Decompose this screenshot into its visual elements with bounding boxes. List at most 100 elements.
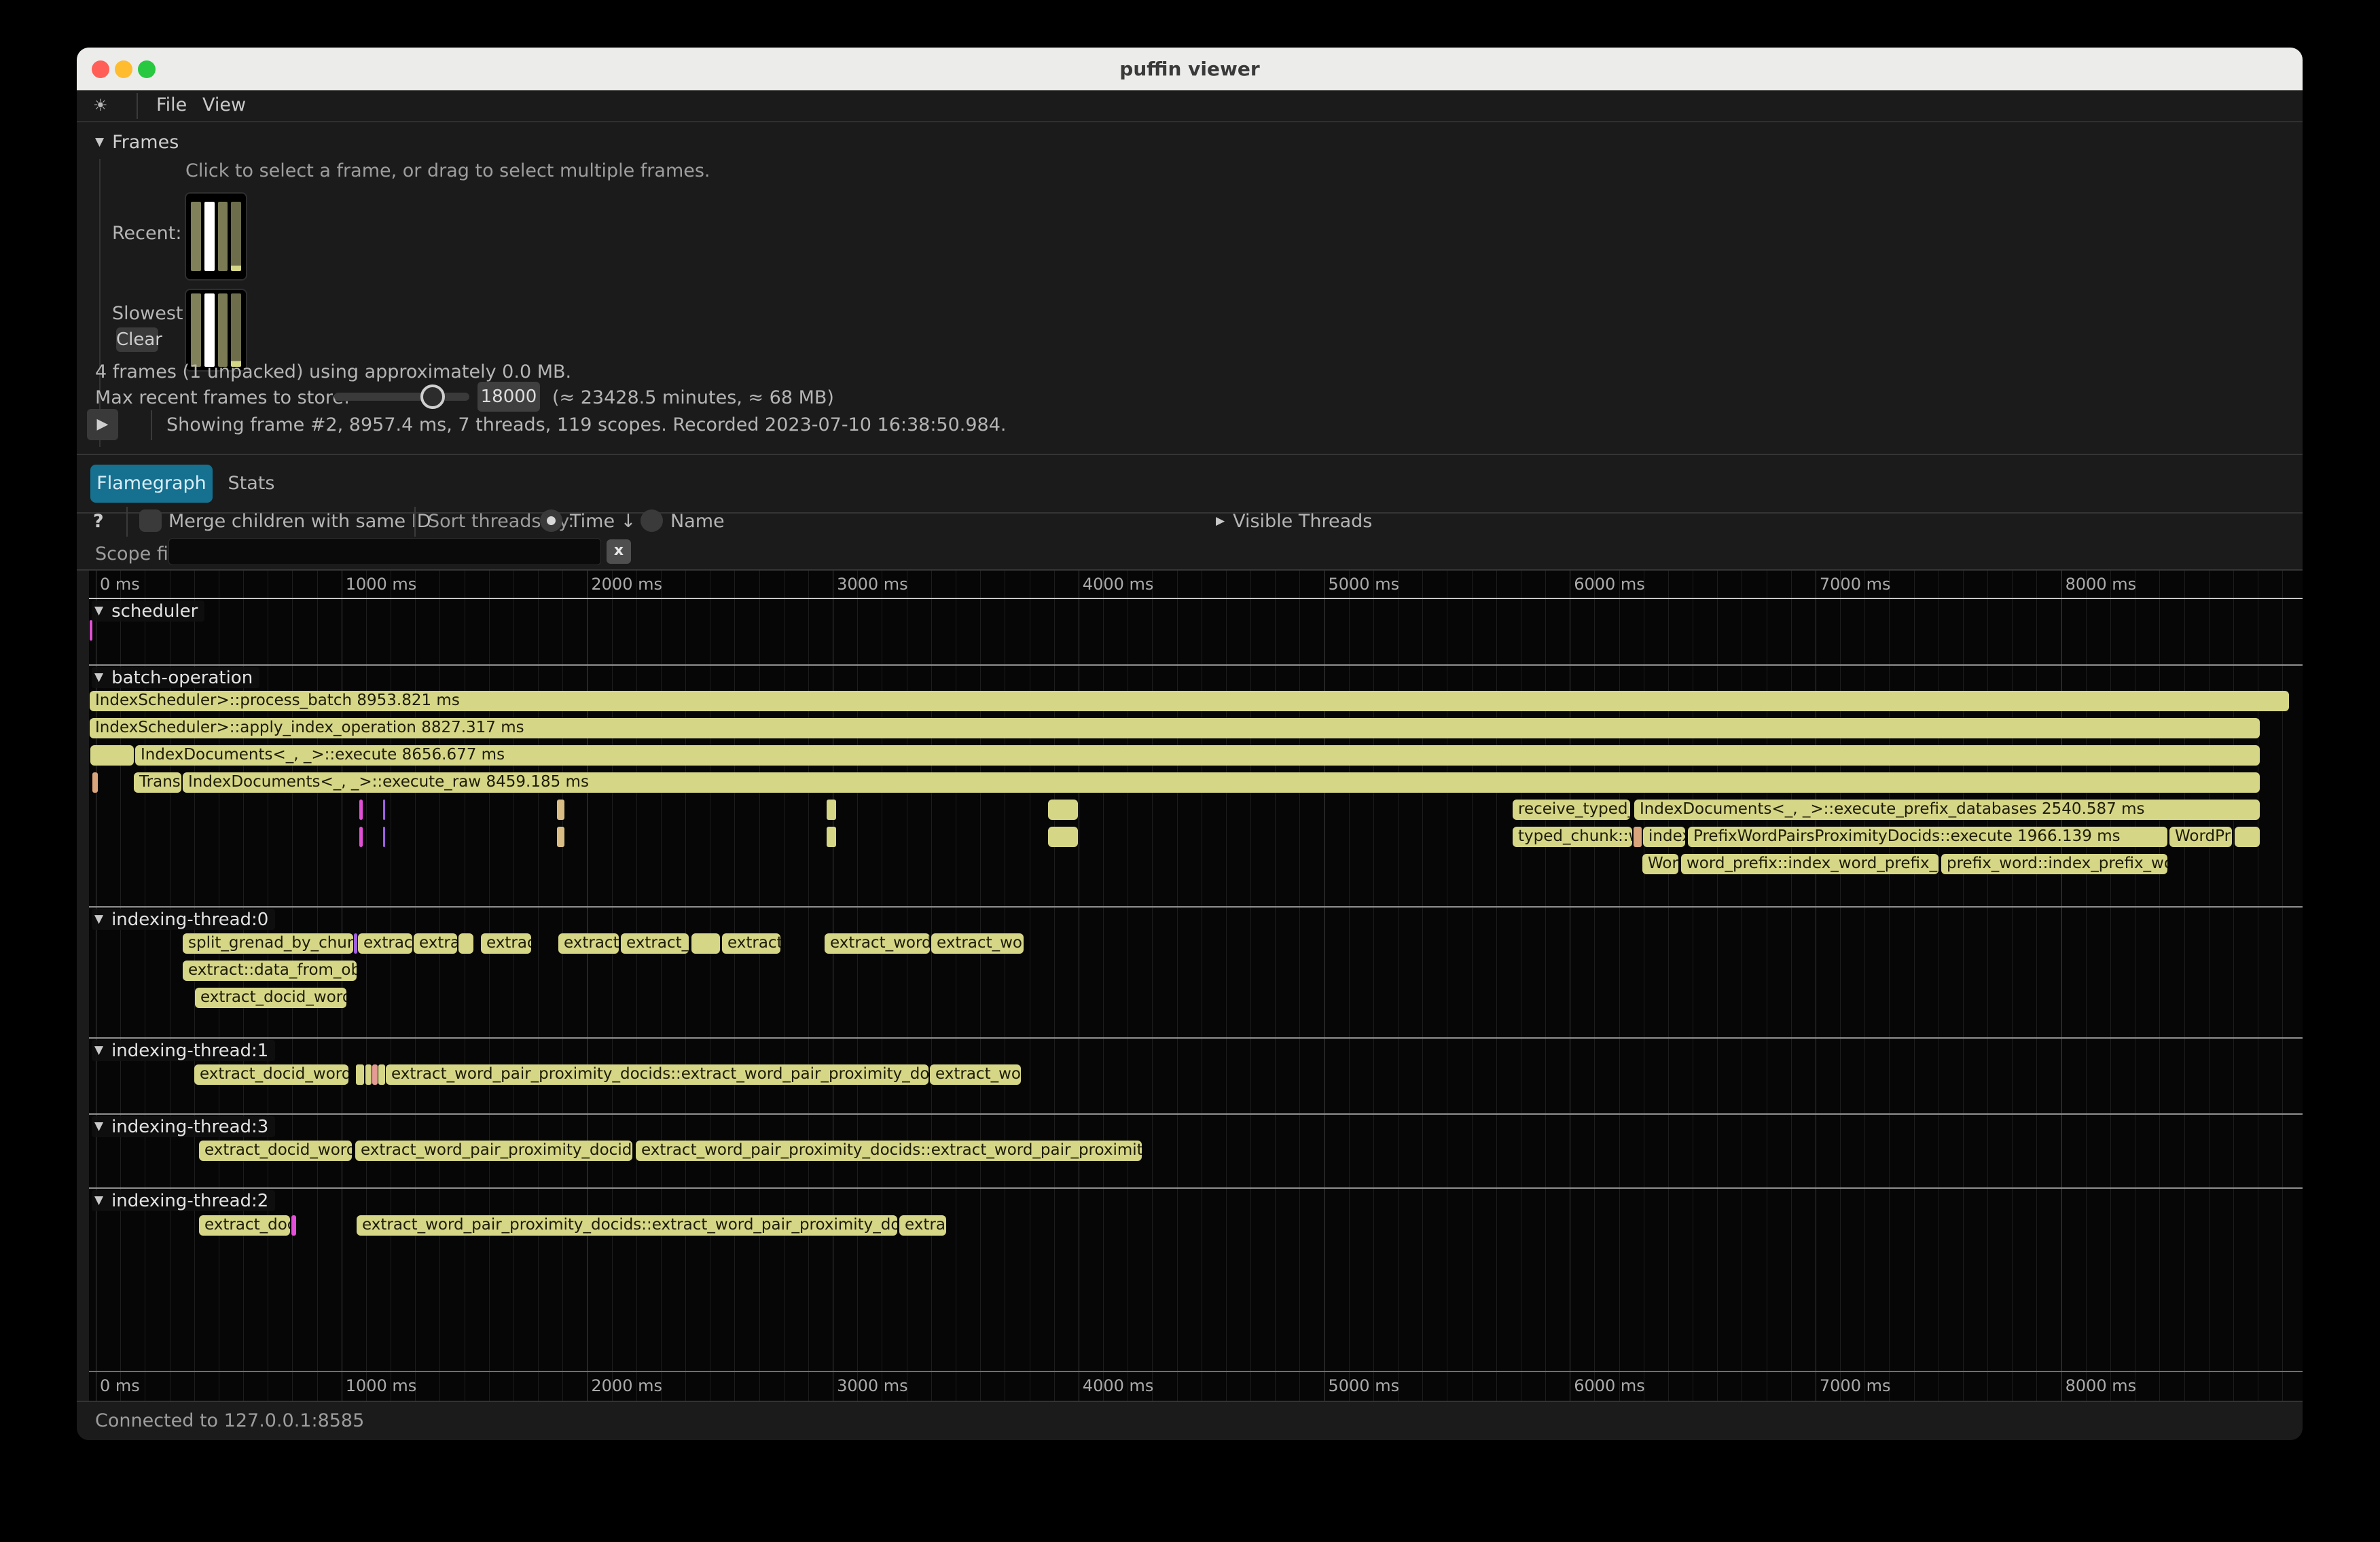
flame-span[interactable]: extract_ [621,933,689,954]
flame-span[interactable]: extract_docid_word [199,1141,352,1161]
frame-bar-selected [204,293,215,367]
flame-span[interactable]: IndexScheduler>::apply_index_operation 8… [90,718,2260,738]
flame-span[interactable] [90,745,134,766]
flame-span[interactable]: IndexDocuments<_, _>::execute_prefix_dat… [1634,800,2260,820]
flame-span[interactable]: Trans [134,772,181,793]
flame-span[interactable] [458,933,473,954]
slowest-frame-thumbnail[interactable] [185,289,247,372]
collapse-icon: ▼ [94,909,103,929]
flame-span[interactable] [1634,827,1642,847]
max-frames-slider-knob[interactable] [420,384,445,409]
flame-span[interactable]: extract [722,933,780,954]
merge-checkbox[interactable] [139,509,162,532]
max-frames-value[interactable]: 18000 [477,382,540,412]
flame-span[interactable]: extract_word [825,933,930,954]
collapse-icon: ▼ [94,1040,103,1060]
flame-span[interactable]: extract_wo [930,1064,1021,1085]
thread-header[interactable]: ▼scheduler [92,600,204,622]
axis-tick-label: 5000 ms [1329,575,1400,594]
flame-span[interactable] [827,827,836,847]
flame-span[interactable] [365,1064,372,1085]
visible-threads-label: Visible Threads [1233,511,1372,532]
flame-span[interactable]: IndexDocuments<_, _>::execute 8656.677 m… [135,745,2260,766]
flame-span[interactable]: index [1643,827,1685,847]
flamegraph-canvas[interactable]: 0 ms0 ms1000 ms1000 ms2000 ms2000 ms3000… [89,571,2303,1401]
thread-header[interactable]: ▼batch-operation [92,667,259,688]
flame-span[interactable]: receive_typed_ [1513,800,1630,820]
flame-span[interactable]: split_grenad_by_chun [183,933,353,954]
flame-span[interactable]: prefix_word::index_prefix_wo [1941,854,2167,874]
help-button[interactable]: ? [93,511,104,532]
sort-radio-time[interactable] [540,509,562,532]
flame-span[interactable]: Word [1642,854,1678,874]
flame-span[interactable] [92,772,98,793]
flame-span[interactable] [383,800,385,820]
flame-span[interactable]: extract::data_from_ob [183,961,357,981]
flame-span[interactable]: extrac [899,1215,946,1236]
max-frames-slider[interactable] [334,393,469,401]
flame-span[interactable]: extract_word_pair_proximity_docids::extr… [386,1064,928,1085]
thread-header[interactable]: ▼indexing-thread:1 [92,1040,275,1061]
flame-span[interactable] [383,827,385,847]
flame-span[interactable]: extract_word_pair_proximity_docids [355,1141,632,1161]
flame-span[interactable]: extract_docid_word [195,988,346,1008]
frames-section-toggle[interactable]: ▼Frames [95,132,179,153]
flame-span[interactable]: word_prefix::index_word_prefix_ [1681,854,1939,874]
flame-span[interactable] [378,1064,385,1085]
clear-filter-button[interactable]: x [607,539,631,564]
axis-tick-label: 6000 ms [1574,575,1645,594]
flame-span[interactable] [557,827,564,847]
flame-span[interactable]: extract_docid_word [194,1064,348,1085]
flame-span[interactable]: PrefixWordPairsProximityDocids::execute … [1688,827,2167,847]
flame-span[interactable] [359,800,363,820]
recent-frame-thumbnail[interactable] [185,192,247,281]
flame-span[interactable] [356,1064,364,1085]
merge-label[interactable]: Merge children with same ID [168,511,431,532]
tab-flamegraph[interactable]: Flamegraph [90,465,213,503]
flame-span[interactable]: WordPr [2169,827,2232,847]
sort-name-label[interactable]: Name [670,511,725,532]
axis-tick-label: 8000 ms [2066,1376,2137,1395]
menu-item-view[interactable]: View [202,94,246,115]
play-button[interactable]: ▶ [87,409,118,440]
flame-span[interactable] [1048,827,1078,847]
flame-span[interactable] [827,800,836,820]
controls-separator [414,507,416,537]
flame-span[interactable] [354,933,357,954]
flame-span[interactable] [2235,827,2260,847]
thread-header[interactable]: ▼indexing-thread:2 [92,1190,275,1211]
flame-span[interactable] [90,620,92,641]
flame-span[interactable]: extra [414,933,457,954]
thread-header[interactable]: ▼indexing-thread:0 [92,909,275,930]
flame-span[interactable]: typed_chunk::w [1513,827,1632,847]
frames-summary: 4 frames (1 unpacked) using approximatel… [95,361,571,382]
flame-span[interactable] [372,1064,378,1085]
scope-filter-input[interactable] [168,538,601,565]
clear-button[interactable]: Clear [116,327,158,352]
flame-span[interactable] [291,1215,296,1236]
menu-item-file[interactable]: File [156,94,187,115]
flame-span[interactable]: extract [358,933,412,954]
flame-span[interactable]: extrac [481,933,531,954]
section-separator [89,1113,2303,1115]
sort-radio-name[interactable] [641,509,663,532]
thread-header[interactable]: ▼indexing-thread:3 [92,1116,275,1137]
theme-toggle-icon[interactable]: ☀ [93,96,108,115]
flame-span[interactable]: extract_doc [199,1215,290,1236]
tab-stats[interactable]: Stats [221,465,282,503]
flame-span[interactable] [1048,800,1078,820]
flame-span[interactable]: extract_word_pair_proximity_docids::extr… [357,1215,897,1236]
visible-threads-toggle[interactable]: ▶Visible Threads [1216,511,1372,532]
flame-span[interactable]: extract_wo [931,933,1024,954]
flame-span[interactable]: IndexDocuments<_, _>::execute_raw 8459.1… [183,772,2260,793]
section-separator [89,1037,2303,1039]
flame-span[interactable]: IndexScheduler>::process_batch 8953.821 … [90,691,2289,711]
flame-span[interactable] [691,933,720,954]
flame-span[interactable]: extract_ [558,933,619,954]
axis-tick-label: 2000 ms [591,1376,662,1395]
flame-span[interactable] [557,800,564,820]
recent-label: Recent: [112,223,181,244]
flame-span[interactable] [359,827,363,847]
flame-span[interactable]: extract_word_pair_proximity_docids::extr… [636,1141,1142,1161]
sort-time-label[interactable]: Time ↓ [570,511,636,532]
